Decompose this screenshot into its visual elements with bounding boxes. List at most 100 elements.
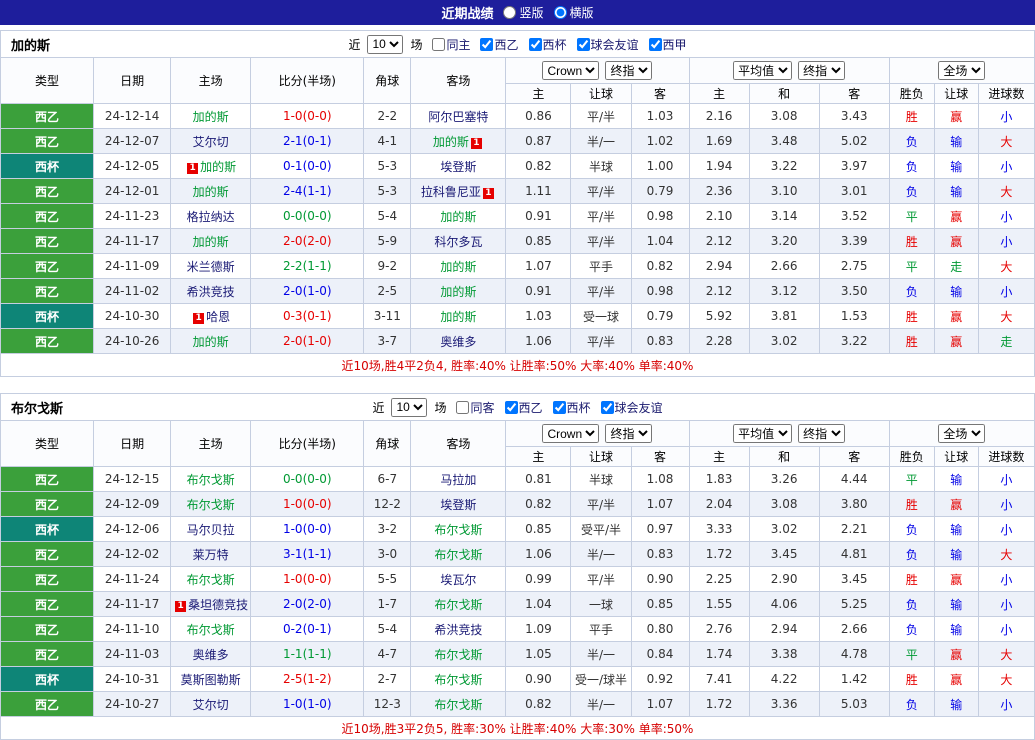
result-handicap: 输: [933, 153, 979, 179]
filter-checkbox-input-3[interactable]: [600, 400, 614, 414]
recent-count-select[interactable]: 10: [367, 34, 404, 54]
layout-radio-horizontal-input[interactable]: [553, 6, 567, 19]
home-team[interactable]: 加的斯: [193, 335, 229, 349]
filter-checkbox-0[interactable]: 同客: [456, 399, 495, 416]
away-team[interactable]: 马拉加: [440, 473, 476, 487]
home-team[interactable]: 哈恩: [206, 310, 230, 324]
filter-checkbox-2[interactable]: 西杯: [528, 36, 567, 53]
filter-checkbox-1[interactable]: 西乙: [504, 399, 543, 416]
away-team[interactable]: 奥维多: [440, 335, 476, 349]
match-score[interactable]: 2-0(2-0): [283, 597, 332, 611]
away-team[interactable]: 阿尔巴塞特: [428, 110, 488, 124]
away-team[interactable]: 加的斯: [440, 260, 476, 274]
match-scope-select[interactable]: 全场: [938, 61, 986, 80]
home-team[interactable]: 艾尔切: [193, 135, 229, 149]
match-score[interactable]: 2-2(1-1): [283, 259, 332, 273]
layout-radio-vertical[interactable]: 竖版: [503, 4, 544, 21]
home-team[interactable]: 莱万特: [193, 548, 229, 562]
match-score[interactable]: 0-0(0-0): [283, 472, 332, 486]
filter-checkbox-input-0[interactable]: [432, 37, 446, 51]
home-team[interactable]: 加的斯: [193, 235, 229, 249]
filter-checkbox-0[interactable]: 同主: [432, 36, 470, 53]
filter-checkbox-input-4[interactable]: [648, 37, 662, 51]
match-score[interactable]: 2-0(1-0): [283, 334, 332, 348]
home-team[interactable]: 米兰德斯: [187, 260, 235, 274]
home-team[interactable]: 桑坦德竞技: [188, 598, 248, 612]
match-score[interactable]: 1-0(0-0): [283, 109, 332, 123]
odds-stage-select[interactable]: 终指: [605, 424, 653, 443]
filter-checkbox-input-2[interactable]: [528, 37, 542, 51]
home-team[interactable]: 加的斯: [200, 160, 236, 174]
home-team[interactable]: 格拉纳达: [187, 210, 235, 224]
away-team[interactable]: 布尔戈斯: [434, 548, 482, 562]
filter-checkbox-input-1[interactable]: [480, 37, 494, 51]
match-score[interactable]: 3-1(1-1): [283, 547, 332, 561]
match-score[interactable]: 0-0(0-0): [283, 209, 332, 223]
home-team[interactable]: 布尔戈斯: [187, 623, 235, 637]
layout-radio-vertical-input[interactable]: [503, 6, 517, 19]
filter-checkbox-input-2[interactable]: [552, 400, 566, 414]
avg-stage-select[interactable]: 终指: [798, 61, 846, 80]
ah-handicap: 半/一: [570, 541, 632, 567]
away-team[interactable]: 埃登斯: [440, 160, 476, 174]
filter-checkbox-2[interactable]: 西杯: [552, 399, 591, 416]
filter-checkbox-3[interactable]: 球会友谊: [576, 36, 639, 53]
odds-stage-select[interactable]: 终指: [605, 61, 653, 80]
avg-odds-select[interactable]: 平均值: [733, 61, 793, 80]
match-score[interactable]: 0-1(0-0): [283, 159, 332, 173]
home-team[interactable]: 布尔戈斯: [187, 473, 235, 487]
match-score[interactable]: 2-0(1-0): [283, 284, 332, 298]
match-score[interactable]: 1-1(1-1): [283, 647, 332, 661]
home-team[interactable]: 希洪竞技: [187, 285, 235, 299]
match-score[interactable]: 2-1(0-1): [283, 134, 332, 148]
home-team[interactable]: 加的斯: [193, 110, 229, 124]
home-team[interactable]: 马尔贝拉: [187, 523, 235, 537]
match-score[interactable]: 0-2(0-1): [283, 622, 332, 636]
odds-source-select[interactable]: Crown: [542, 424, 600, 443]
odds-source-select[interactable]: Crown: [542, 61, 600, 80]
column-subheader: 主: [688, 83, 750, 104]
filter-checkbox-3[interactable]: 球会友谊: [600, 399, 663, 416]
filter-checkbox-input-0[interactable]: [456, 400, 470, 414]
avg-odds-select[interactable]: 平均值: [733, 424, 793, 443]
filter-checkbox-1[interactable]: 西乙: [480, 36, 519, 53]
filter-checkbox-input-1[interactable]: [504, 400, 518, 414]
away-team[interactable]: 加的斯: [433, 135, 469, 149]
filter-checkbox-input-3[interactable]: [576, 37, 590, 51]
away-team[interactable]: 加的斯: [440, 210, 476, 224]
layout-radio-horizontal[interactable]: 横版: [553, 4, 594, 21]
home-team[interactable]: 加的斯: [193, 185, 229, 199]
away-team[interactable]: 埃登斯: [440, 498, 476, 512]
match-score[interactable]: 0-3(0-1): [283, 309, 332, 323]
filter-checkbox-4[interactable]: 西甲: [648, 36, 687, 53]
match-score[interactable]: 1-0(0-0): [283, 497, 332, 511]
away-team[interactable]: 加的斯: [440, 310, 476, 324]
away-team[interactable]: 拉科鲁尼亚: [421, 185, 481, 199]
corner-count: 5-3: [363, 178, 412, 204]
away-team[interactable]: 希洪竞技: [434, 623, 482, 637]
corner-count: 2-2: [363, 103, 412, 129]
away-team[interactable]: 布尔戈斯: [434, 648, 482, 662]
home-team[interactable]: 艾尔切: [193, 698, 229, 712]
away-team[interactable]: 加的斯: [440, 285, 476, 299]
match-score[interactable]: 2-4(1-1): [283, 184, 332, 198]
home-team[interactable]: 布尔戈斯: [187, 573, 235, 587]
match-score[interactable]: 1-0(0-0): [283, 522, 332, 536]
away-team[interactable]: 布尔戈斯: [434, 673, 482, 687]
away-team[interactable]: 布尔戈斯: [434, 698, 482, 712]
away-team[interactable]: 科尔多瓦: [434, 235, 482, 249]
match-scope-select[interactable]: 全场: [938, 424, 986, 443]
away-team[interactable]: 布尔戈斯: [434, 523, 482, 537]
away-team[interactable]: 布尔戈斯: [434, 598, 482, 612]
match-score[interactable]: 2-0(2-0): [283, 234, 332, 248]
away-team[interactable]: 埃瓦尔: [440, 573, 476, 587]
match-score[interactable]: 1-0(1-0): [283, 697, 332, 711]
home-team[interactable]: 莫斯图勒斯: [181, 673, 241, 687]
match-score[interactable]: 2-5(1-2): [283, 672, 332, 686]
home-team[interactable]: 奥维多: [193, 648, 229, 662]
match-score[interactable]: 1-0(0-0): [283, 572, 332, 586]
avg-stage-select[interactable]: 终指: [798, 424, 846, 443]
home-team[interactable]: 布尔戈斯: [187, 498, 235, 512]
recent-count-select[interactable]: 10: [391, 397, 428, 417]
league-badge: 西乙: [0, 228, 95, 254]
